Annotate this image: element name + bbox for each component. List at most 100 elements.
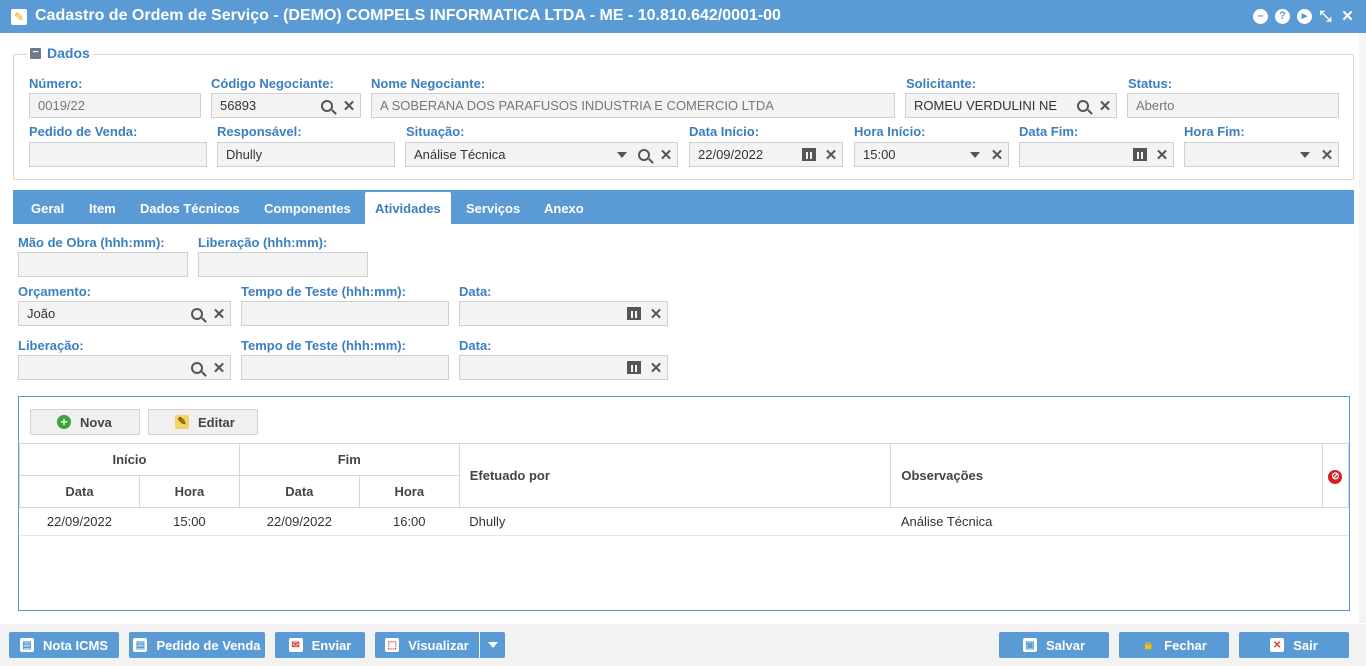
chevron-down-icon[interactable] bbox=[1294, 143, 1316, 166]
header-fim-data: Data bbox=[238, 475, 360, 508]
cell-fim-data: 22/09/2022 bbox=[239, 507, 360, 536]
orcamento-field[interactable]: João ✕ bbox=[18, 301, 231, 326]
tab-geral[interactable]: Geral bbox=[21, 192, 74, 224]
sair-label: Sair bbox=[1293, 637, 1318, 653]
data-fim-label: Data Fim: bbox=[1019, 124, 1079, 139]
responsavel-field[interactable]: Dhully bbox=[217, 142, 395, 167]
delete-icon[interactable]: ⊘ bbox=[1328, 470, 1343, 484]
salvar-button[interactable]: ▣ Salvar bbox=[999, 632, 1109, 658]
header-fim-hora: Hora bbox=[358, 475, 460, 508]
chevron-down-icon[interactable] bbox=[964, 143, 986, 166]
clear-icon[interactable]: ✕ bbox=[208, 302, 230, 325]
pedido-venda-label: Pedido de Venda bbox=[156, 637, 261, 653]
clear-icon[interactable]: ✕ bbox=[986, 143, 1008, 166]
editar-button[interactable]: ✎ Editar bbox=[148, 409, 258, 435]
lock-icon: 🔒︎ bbox=[1144, 637, 1152, 652]
tab-anexo[interactable]: Anexo bbox=[534, 192, 594, 224]
header-inicio-hora: Hora bbox=[138, 475, 240, 508]
calendar-icon[interactable] bbox=[623, 356, 645, 379]
tempo-teste-label: Tempo de Teste (hhh:mm): bbox=[241, 284, 406, 299]
fechar-button[interactable]: 🔒︎ Fechar bbox=[1119, 632, 1229, 658]
search-icon[interactable] bbox=[1072, 94, 1094, 117]
chevron-down-icon bbox=[487, 642, 498, 648]
data-inicio-field[interactable]: 22/09/2022 ✕ bbox=[689, 142, 843, 167]
search-icon[interactable] bbox=[186, 302, 208, 325]
add-icon: + bbox=[57, 415, 71, 429]
search-icon[interactable] bbox=[186, 356, 208, 379]
cell-fim-hora: 16:00 bbox=[359, 507, 460, 536]
data-fim-field[interactable]: ✕ bbox=[1019, 142, 1174, 167]
codigo-negociante-field[interactable]: 56893 ✕ bbox=[211, 93, 361, 118]
nota-icms-button[interactable]: ▤ Nota ICMS bbox=[9, 632, 119, 658]
tempo-teste-field[interactable] bbox=[241, 301, 449, 326]
edit-icon: ✎ bbox=[175, 415, 189, 429]
liberacao-label: Liberação: bbox=[18, 338, 84, 353]
sair-button[interactable]: ✕ Sair bbox=[1239, 632, 1349, 658]
visualizar-button[interactable]: ⬚ Visualizar bbox=[375, 632, 479, 658]
minimize-icon[interactable]: – bbox=[1253, 9, 1268, 24]
codigo-negociante-label: Código Negociante: bbox=[211, 76, 334, 91]
liberacao-field[interactable]: ✕ bbox=[18, 355, 231, 380]
table-row[interactable]: 22/09/2022 15:00 22/09/2022 16:00 Dhully… bbox=[19, 507, 1349, 536]
calendar-icon[interactable] bbox=[623, 302, 645, 325]
clear-icon[interactable]: ✕ bbox=[820, 143, 842, 166]
help-icon[interactable]: ? bbox=[1275, 9, 1290, 24]
tab-bar: Geral Item Dados Técnicos Componentes At… bbox=[13, 190, 1354, 224]
situacao-select[interactable]: Análise Técnica ✕ bbox=[405, 142, 678, 167]
tab-componentes[interactable]: Componentes bbox=[254, 192, 361, 224]
pedido-venda-label: Pedido de Venda: bbox=[29, 124, 138, 139]
atividades-table: Início Fim Efetuado por Observações ⊘ Da… bbox=[19, 443, 1350, 536]
solicitante-field[interactable]: ROMEU VERDULINI NE ✕ bbox=[905, 93, 1117, 118]
mao-obra-label: Mão de Obra (hhh:mm): bbox=[18, 235, 165, 250]
clear-icon[interactable]: ✕ bbox=[338, 94, 360, 117]
delete-column-header[interactable]: ⊘ bbox=[1321, 443, 1350, 508]
edit-form-icon: ✎ bbox=[11, 9, 27, 25]
close-icon[interactable]: ✕ bbox=[1340, 9, 1355, 24]
header-observacoes: Observações bbox=[890, 443, 1323, 508]
hora-fim-select[interactable]: ✕ bbox=[1184, 142, 1339, 167]
document-icon: ▤ bbox=[20, 638, 34, 652]
tab-servicos[interactable]: Serviços bbox=[456, 192, 530, 224]
clear-icon[interactable]: ✕ bbox=[645, 356, 667, 379]
clear-icon[interactable]: ✕ bbox=[655, 143, 677, 166]
clear-icon[interactable]: ✕ bbox=[1151, 143, 1173, 166]
vertical-scrollbar[interactable] bbox=[1359, 33, 1366, 623]
clear-icon[interactable]: ✕ bbox=[208, 356, 230, 379]
nome-negociante-label: Nome Negociante: bbox=[371, 76, 486, 91]
tab-atividades[interactable]: Atividades bbox=[365, 192, 451, 224]
mao-obra-field[interactable] bbox=[18, 252, 188, 277]
restore-icon[interactable]: ⤡ bbox=[1318, 9, 1333, 24]
dados-legend[interactable]: − Dados bbox=[27, 45, 93, 61]
visualizar-dropdown-button[interactable] bbox=[480, 632, 505, 658]
solicitante-label: Solicitante: bbox=[906, 76, 977, 91]
clear-icon[interactable]: ✕ bbox=[1316, 143, 1338, 166]
data-field[interactable]: ✕ bbox=[459, 355, 668, 380]
salvar-label: Salvar bbox=[1045, 637, 1086, 653]
data-field[interactable]: ✕ bbox=[459, 301, 668, 326]
pedido-venda-button[interactable]: ▤ Pedido de Venda bbox=[129, 632, 265, 658]
nova-button[interactable]: + Nova bbox=[30, 409, 140, 435]
collapse-icon[interactable]: − bbox=[30, 47, 41, 59]
pedido-venda-field[interactable] bbox=[29, 142, 207, 167]
clear-icon[interactable]: ✕ bbox=[645, 302, 667, 325]
title-bar: ✎ Cadastro de Ordem de Serviço - (DEMO) … bbox=[0, 0, 1366, 33]
tab-item[interactable]: Item bbox=[79, 192, 126, 224]
calendar-icon[interactable] bbox=[798, 143, 820, 166]
search-icon[interactable] bbox=[633, 143, 655, 166]
enviar-button[interactable]: ✉ Enviar bbox=[275, 632, 365, 658]
document-icon: ▤ bbox=[133, 638, 148, 652]
numero-field: 0019/22 bbox=[29, 93, 201, 118]
search-icon[interactable] bbox=[316, 94, 338, 117]
tab-dados-tecnicos[interactable]: Dados Técnicos bbox=[130, 192, 250, 224]
hora-fim-label: Hora Fim: bbox=[1184, 124, 1245, 139]
data-label: Data: bbox=[459, 338, 492, 353]
status-field: Aberto bbox=[1127, 93, 1339, 118]
liberacao-hhh-field[interactable] bbox=[198, 252, 368, 277]
play-icon[interactable]: ▸ bbox=[1297, 9, 1312, 24]
mail-icon: ✉ bbox=[288, 638, 303, 652]
hora-inicio-select[interactable]: 15:00 ✕ bbox=[854, 142, 1009, 167]
chevron-down-icon[interactable] bbox=[611, 143, 633, 166]
calendar-icon[interactable] bbox=[1129, 143, 1151, 166]
tempo-teste-field[interactable] bbox=[241, 355, 449, 380]
clear-icon[interactable]: ✕ bbox=[1094, 94, 1116, 117]
